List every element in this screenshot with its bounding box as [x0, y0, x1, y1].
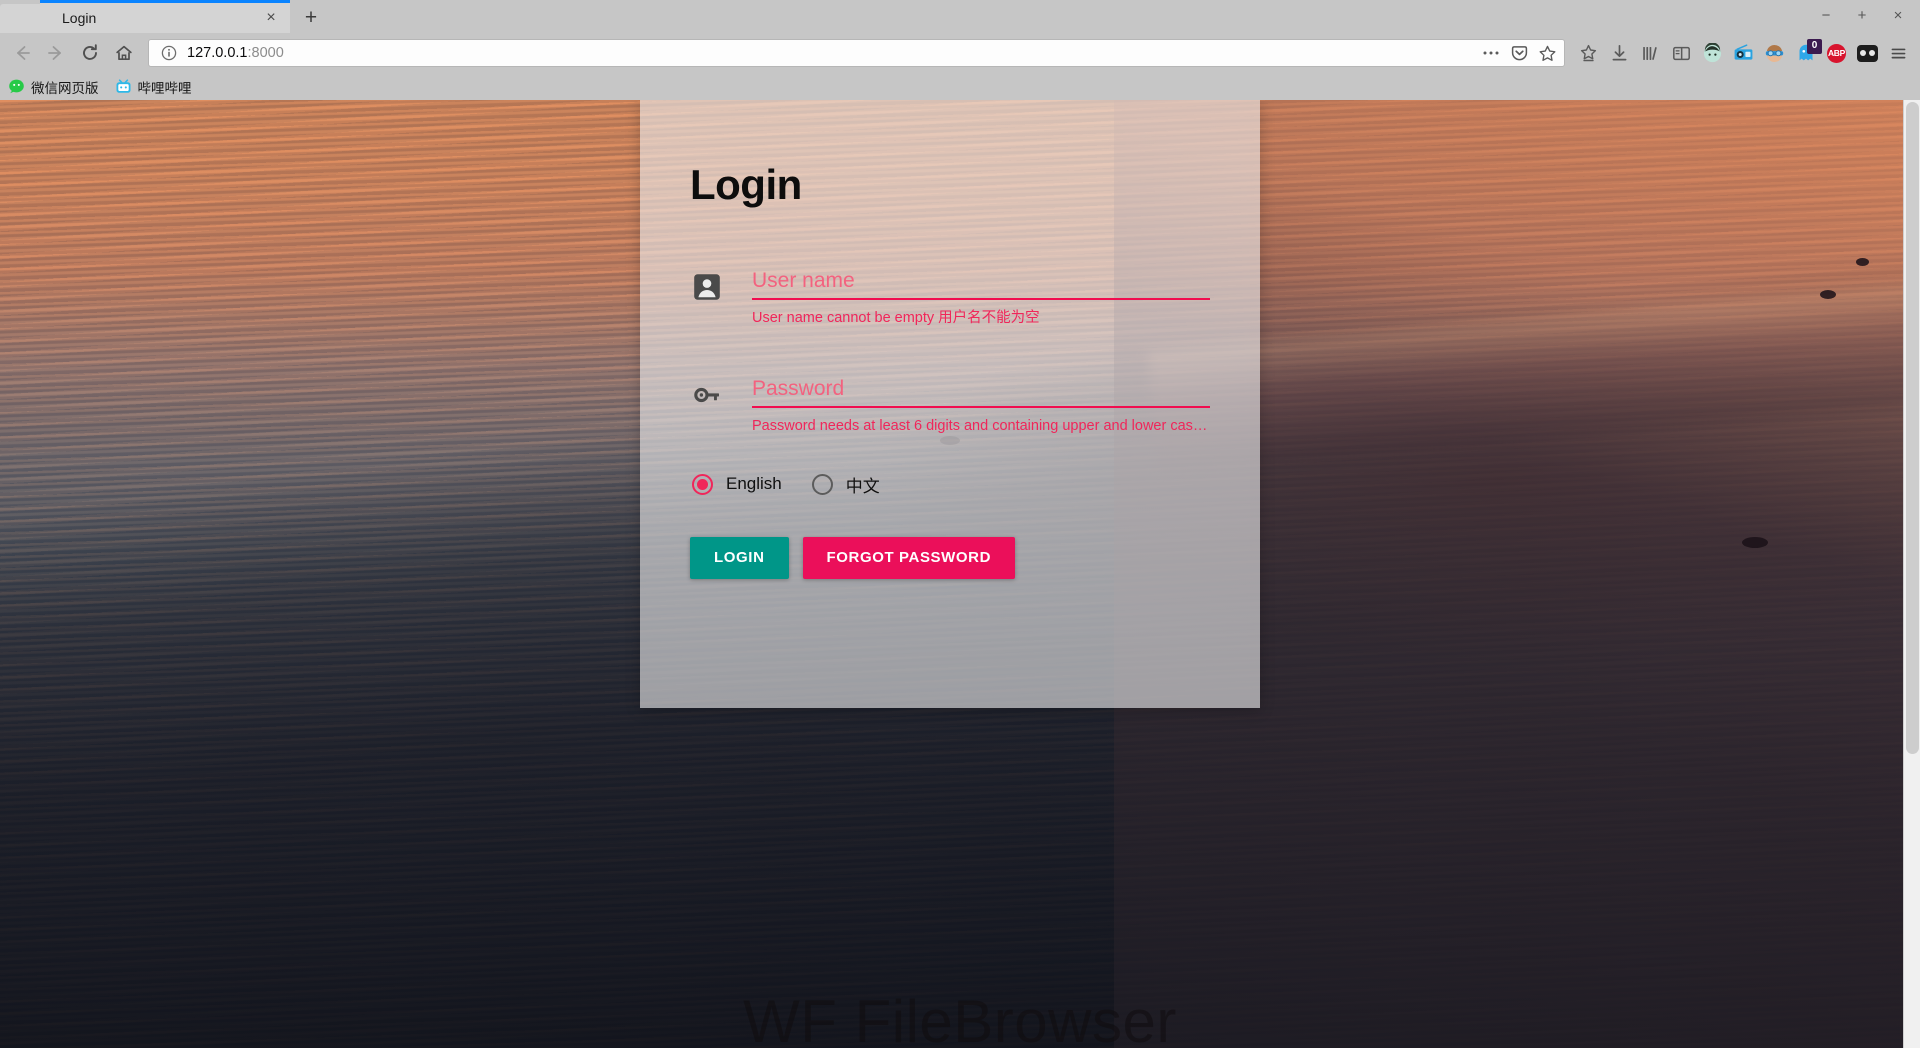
login-button[interactable]: LOGIN [690, 536, 789, 579]
forward-arrow-icon[interactable] [40, 38, 72, 68]
app-menu-icon[interactable] [1883, 38, 1914, 68]
info-circle-icon[interactable] [159, 43, 179, 63]
radio-selected-icon[interactable] [692, 473, 713, 495]
navigation-toolbar: 127.0.0.1:8000 0 ABP [0, 33, 1920, 73]
url-port: :8000 [247, 45, 284, 61]
back-arrow-icon[interactable] [6, 38, 38, 68]
bookmark-label: 哔哩哔哩 [137, 80, 192, 96]
browser-tab-login[interactable]: Login × [40, 0, 290, 33]
username-error-message: User name cannot be empty 用户名不能为空 [752, 310, 1040, 326]
language-radio-label: English [726, 474, 782, 494]
bookmark-label: 微信网页版 [31, 80, 99, 96]
sidebar-icon[interactable] [1666, 38, 1697, 68]
language-radio-english[interactable]: English [692, 473, 782, 495]
adblock-plus-icon[interactable]: ABP [1821, 38, 1852, 68]
address-bar-actions [1478, 41, 1560, 65]
page-scrollbar[interactable] [1903, 100, 1920, 1048]
panda-extension-icon[interactable] [1852, 38, 1883, 68]
downloads-icon[interactable] [1604, 38, 1635, 68]
window-controls: − + × [1808, 2, 1916, 28]
password-field-body: Password needs at least 6 digits and con… [752, 371, 1210, 436]
login-card: Login User name cannot be empty 用户名不能为空 [640, 100, 1260, 708]
ghost-badge-count: 0 [1807, 39, 1822, 54]
tab-title: Login [62, 10, 97, 26]
language-radio-label: 中文 [845, 476, 880, 496]
account-box-icon [690, 270, 724, 304]
username-input[interactable] [752, 264, 1210, 300]
toolbar-extensions: 0 ABP [1573, 38, 1914, 68]
language-radio-chinese[interactable]: 中文 [811, 472, 880, 497]
ghost-extension-icon[interactable]: 0 [1790, 38, 1822, 68]
panda-glyph [1857, 44, 1878, 62]
username-field-row: User name cannot be empty 用户名不能为空 [690, 264, 1210, 328]
scrollbar-thumb[interactable] [1906, 102, 1919, 754]
goggles-extension-icon[interactable] [1759, 38, 1790, 68]
wechat-icon [8, 78, 25, 95]
new-tab-button[interactable]: + [290, 3, 332, 33]
maximize-window-icon[interactable]: + [1844, 2, 1880, 28]
bilibili-icon [115, 78, 132, 95]
close-tab-icon[interactable]: × [260, 7, 282, 29]
username-field-body: User name cannot be empty 用户名不能为空 [752, 264, 1210, 328]
forgot-password-button[interactable]: FORGOT PASSWORD [802, 536, 1016, 579]
bookmarks-bar: 微信网页版 哔哩哔哩 [0, 73, 1920, 100]
bookmark-wechat[interactable]: 微信网页版 [8, 77, 99, 97]
ellipsis-icon[interactable] [1478, 41, 1504, 65]
reload-icon[interactable] [74, 38, 106, 68]
close-window-icon[interactable]: × [1880, 2, 1916, 28]
language-radio-group: English 中文 [690, 472, 1210, 497]
address-bar[interactable]: 127.0.0.1:8000 [148, 39, 1565, 67]
address-bar-url[interactable]: 127.0.0.1:8000 [187, 45, 1478, 61]
key-icon [690, 378, 724, 412]
save-to-pocket-star-icon[interactable] [1573, 38, 1604, 68]
url-host: 127.0.0.1 [187, 45, 248, 61]
home-icon[interactable] [108, 38, 140, 68]
login-actions: LOGIN FORGOT PASSWORD [690, 536, 1210, 579]
radio-extension-icon[interactable] [1728, 38, 1759, 68]
tab-strip: Login × + − + × [0, 0, 1920, 33]
avatar-extension-icon[interactable] [1697, 38, 1728, 68]
library-icon[interactable] [1635, 38, 1666, 68]
pocket-icon[interactable] [1506, 41, 1532, 65]
password-error-message: Password needs at least 6 digits and con… [752, 417, 1210, 434]
password-input[interactable] [752, 371, 1210, 408]
bookmark-bilibili[interactable]: 哔哩哔哩 [115, 77, 192, 97]
password-field-row: Password needs at least 6 digits and con… [690, 371, 1210, 436]
browser-window: Login × + − + × 127.0.0.1:8000 0 ABP 微信网… [0, 0, 1920, 1048]
tab-strip-lead [0, 4, 40, 33]
page-viewport: WF FileBrowser Login User name cannot be… [0, 100, 1920, 1048]
page-title: Login [690, 161, 802, 208]
star-outline-icon[interactable] [1534, 41, 1560, 65]
abp-label: ABP [1827, 43, 1846, 63]
radio-unselected-icon[interactable] [811, 473, 833, 495]
minimize-window-icon[interactable]: − [1808, 2, 1844, 28]
